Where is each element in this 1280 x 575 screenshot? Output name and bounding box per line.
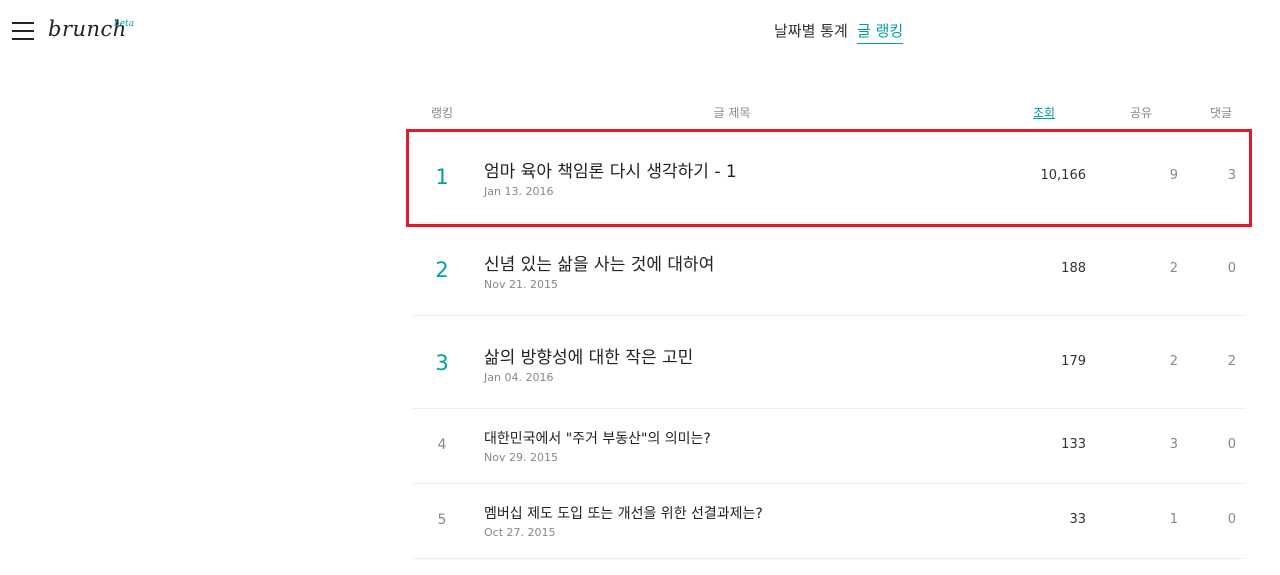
comment-count: 0 — [1227, 512, 1236, 527]
share-count: 1 — [1169, 512, 1178, 527]
comment-count: 3 — [1227, 168, 1236, 183]
column-comments: 댓글 — [1209, 106, 1233, 120]
rank-number: 4 — [437, 437, 447, 453]
comment-count: 0 — [1227, 437, 1236, 452]
post-date: Jan 13. 2016 — [484, 185, 554, 198]
post-title[interactable]: 삶의 방향성에 대한 작은 고민 — [484, 343, 693, 368]
column-title: 글 제목 — [713, 106, 751, 120]
post-date: Nov 21. 2015 — [484, 278, 558, 291]
rank-number: 1 — [435, 165, 449, 189]
table-header: 랭킹 글 제목 조회 공유 댓글 — [412, 98, 1246, 130]
view-count: 10,166 — [1040, 168, 1087, 183]
table-row[interactable]: 1 엄마 육아 책임론 다시 생각하기 - 1 Jan 13. 2016 10,… — [412, 130, 1246, 223]
table-row[interactable]: 3 삶의 방향성에 대한 작은 고민 Jan 04. 2016 179 2 2 — [412, 316, 1246, 409]
post-date: Jan 04. 2016 — [484, 371, 554, 384]
column-shares: 공유 — [1129, 106, 1153, 120]
rank-number: 5 — [437, 512, 447, 528]
share-count: 3 — [1169, 437, 1178, 452]
post-title[interactable]: 신념 있는 삶을 사는 것에 대하여 — [484, 250, 714, 275]
post-title[interactable]: 대한민국에서 "주거 부동산"의 의미는? — [484, 428, 711, 448]
stats-tabs: 날짜별 통계 글 랭킹 — [0, 20, 1280, 46]
tab-daily-stats[interactable]: 날짜별 통계 — [774, 20, 848, 41]
post-date: Oct 27. 2015 — [484, 526, 556, 539]
post-title[interactable]: 엄마 육아 책임론 다시 생각하기 - 1 — [484, 157, 737, 182]
tab-post-ranking[interactable]: 글 랭킹 — [857, 20, 904, 44]
share-count: 9 — [1169, 168, 1178, 183]
post-date: Nov 29. 2015 — [484, 451, 558, 464]
post-title[interactable]: 멤버십 제도 도입 또는 개선을 위한 선결과제는? — [484, 503, 763, 523]
view-count: 188 — [1061, 261, 1086, 276]
column-rank: 랭킹 — [430, 106, 454, 120]
share-count: 2 — [1169, 354, 1178, 369]
table-row[interactable]: 5 멤버십 제도 도입 또는 개선을 위한 선결과제는? Oct 27. 201… — [412, 484, 1246, 559]
view-count: 179 — [1061, 354, 1086, 369]
view-count: 133 — [1061, 437, 1086, 452]
comment-count: 0 — [1227, 261, 1236, 276]
comment-count: 2 — [1227, 354, 1236, 369]
rank-number: 2 — [435, 258, 449, 282]
table-row[interactable]: 4 대한민국에서 "주거 부동산"의 의미는? Nov 29. 2015 133… — [412, 409, 1246, 484]
rank-number: 3 — [435, 351, 449, 375]
view-count: 33 — [1069, 512, 1086, 527]
share-count: 2 — [1169, 261, 1178, 276]
ranking-table: 랭킹 글 제목 조회 공유 댓글 1 엄마 육아 책임론 다시 생각하기 - 1… — [412, 98, 1246, 559]
column-views-sort[interactable]: 조회 — [1012, 104, 1076, 121]
table-row[interactable]: 2 신념 있는 삶을 사는 것에 대하여 Nov 21. 2015 188 2 … — [412, 223, 1246, 316]
